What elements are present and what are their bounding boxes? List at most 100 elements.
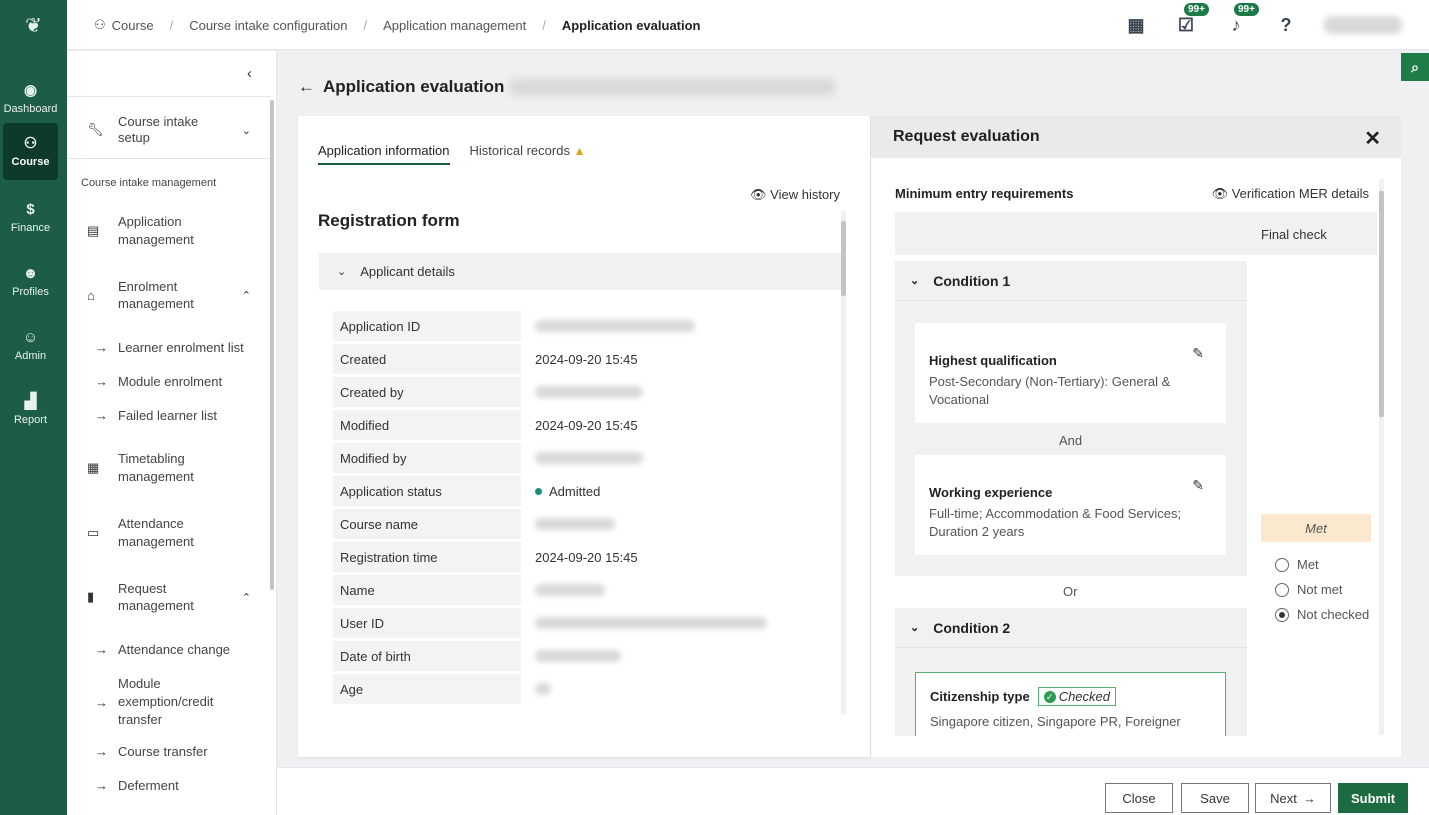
- tab-label: Historical records: [469, 143, 570, 158]
- nav-module-enrolment[interactable]: → Module enrolment: [95, 374, 222, 389]
- condition-1-header[interactable]: ⌄ Condition 1: [895, 261, 1247, 301]
- nav-application-management[interactable]: ▤ Application management: [87, 213, 257, 249]
- nav-module-exemption[interactable]: → Module exemption/credit transfer: [95, 675, 226, 729]
- panel-scrollbar[interactable]: [1379, 179, 1384, 735]
- nav-label: Application management: [118, 214, 194, 247]
- arrow-right-icon: →: [95, 694, 108, 710]
- user-menu[interactable]: [1324, 16, 1402, 34]
- next-button[interactable]: Next →: [1255, 783, 1331, 813]
- form-scrollbar[interactable]: [841, 211, 846, 715]
- next-label: Next: [1270, 790, 1297, 806]
- search-icon[interactable]: ⌕: [1401, 53, 1429, 81]
- page-title-text: Application evaluation: [323, 77, 505, 96]
- verification-mer-link[interactable]: 👁︎ Verification MER details: [1212, 186, 1369, 202]
- applicant-details-header[interactable]: ⌄ Applicant details: [319, 253, 841, 290]
- nav-learner-enrolment-list[interactable]: → Learner enrolment list: [95, 340, 244, 355]
- nav-enrolment-management[interactable]: ⌂ Enrolment management ⌃: [87, 278, 257, 312]
- redacted-value: [535, 617, 767, 629]
- scrollbar-thumb[interactable]: [1379, 191, 1384, 417]
- field-label: Course name: [333, 509, 521, 539]
- field-row: User ID: [333, 608, 833, 638]
- requirement-title: Working experience: [929, 485, 1053, 500]
- admin-icon: ☺: [22, 329, 39, 346]
- field-label: Age: [333, 674, 521, 704]
- radio-circle-selected: [1275, 607, 1289, 622]
- radio-circle: [1275, 557, 1289, 572]
- course-icon: ⚇: [23, 135, 38, 152]
- redacted-value: [535, 452, 643, 464]
- condition-2-header[interactable]: ⌄ Condition 2: [895, 608, 1247, 648]
- field-value: 2024-09-20 15:45: [535, 417, 638, 433]
- chevron-up-icon: ⌃: [241, 289, 251, 302]
- nav-sub-label: Course transfer: [118, 744, 208, 759]
- bell-icon[interactable]: ♪ 99+: [1224, 3, 1259, 37]
- close-button[interactable]: Close: [1105, 783, 1173, 813]
- back-arrow-icon[interactable]: ←: [298, 77, 315, 97]
- attendance-icon: ▭: [87, 525, 100, 540]
- tab-bar: Application information Historical recor…: [318, 143, 605, 165]
- nav-sub-label: Failed learner list: [118, 408, 217, 423]
- condition-title: Condition 1: [933, 272, 1011, 289]
- app-logo-icon[interactable]: ❦: [0, 0, 67, 50]
- list-icon: ▤: [87, 223, 100, 238]
- collapse-nav-icon[interactable]: ‹: [247, 65, 252, 82]
- field-value: [521, 650, 621, 662]
- view-history-link[interactable]: 👁︎ View history: [750, 187, 840, 203]
- top-bar: ⚇ Course / Course intake configuration /…: [67, 0, 1429, 50]
- nav-failed-learner-list[interactable]: → Failed learner list: [95, 408, 217, 423]
- field-row: Date of birth: [333, 641, 833, 671]
- nav-label: Request management: [118, 581, 194, 613]
- rail-course[interactable]: ⚇ Course: [3, 123, 58, 180]
- tasks-badge: 99+: [1184, 3, 1209, 16]
- field-row: Modified by: [333, 443, 833, 473]
- field-row: Application ID: [333, 311, 833, 341]
- nav-request-management[interactable]: ▮ Request management ⌃: [87, 580, 257, 614]
- breadcrumb-item[interactable]: Application management: [383, 18, 526, 33]
- scrollbar-thumb[interactable]: [841, 221, 846, 296]
- arrow-right-icon: →: [95, 744, 108, 759]
- nav-attendance-management[interactable]: ▭ Attendance management: [87, 515, 257, 551]
- nav-deferment[interactable]: → Deferment: [95, 778, 179, 793]
- edit-pencil-icon[interactable]: ✎: [1192, 345, 1204, 362]
- field-value: [521, 320, 695, 332]
- breadcrumb-item[interactable]: Course: [112, 18, 154, 33]
- radio-not-checked[interactable]: Not checked: [1275, 607, 1369, 622]
- rail-label: Report: [13, 414, 48, 426]
- condition-1: ⌄ Condition 1 Highest qualification Post-…: [895, 261, 1247, 576]
- arrow-right-icon: →: [1302, 790, 1316, 806]
- field-row: Registration time 2024-09-20 15:45: [333, 542, 833, 572]
- nav-label: Enrolment management: [118, 279, 194, 311]
- apps-grid-icon[interactable]: ▦: [1124, 13, 1148, 37]
- rail-report[interactable]: ▟ Report: [3, 381, 58, 438]
- field-value: 2024-09-20 15:45: [535, 549, 638, 565]
- tasks-icon[interactable]: ☑ 99+: [1174, 3, 1209, 37]
- rail-dashboard[interactable]: ◉ Dashboard: [3, 70, 58, 127]
- edit-pencil-icon[interactable]: ✎: [1192, 477, 1204, 494]
- nav-course-transfer[interactable]: → Course transfer: [95, 744, 208, 759]
- nav-timetabling-management[interactable]: ▦ Timetabling management: [87, 450, 257, 486]
- radio-met[interactable]: Met: [1275, 557, 1319, 572]
- nav-course-intake-setup[interactable]: 🔧︎ Course intake setup ⌄: [87, 113, 257, 147]
- chevron-down-icon: ⌄: [910, 622, 920, 634]
- breadcrumb-item[interactable]: Course intake configuration: [189, 18, 347, 33]
- rail-profiles[interactable]: ☻ Profiles: [3, 253, 58, 310]
- field-label: Name: [333, 575, 521, 605]
- field-label: Application status: [333, 476, 521, 506]
- close-icon[interactable]: ✕: [1364, 126, 1381, 151]
- tab-historical-records[interactable]: Historical records ▲: [470, 143, 586, 165]
- help-icon[interactable]: ?: [1274, 13, 1298, 37]
- submit-button[interactable]: Submit: [1338, 783, 1408, 813]
- save-button[interactable]: Save: [1181, 783, 1249, 813]
- final-status-badge: Met: [1261, 514, 1371, 542]
- nav-attendance-change[interactable]: → Attendance change: [95, 642, 230, 657]
- field-row: Course name: [333, 509, 833, 539]
- rail-finance[interactable]: $ Finance: [3, 189, 58, 246]
- rail-admin[interactable]: ☺ Admin: [3, 317, 58, 374]
- tab-application-information[interactable]: Application information: [318, 143, 450, 165]
- requirement-title: Citizenship type: [930, 689, 1030, 704]
- nav-sub-label: Module exemption/credit transfer: [118, 676, 214, 727]
- dollar-icon: $: [26, 201, 35, 218]
- radio-not-met[interactable]: Not met: [1275, 582, 1343, 597]
- sidenav-scrollbar[interactable]: [270, 100, 274, 590]
- request-evaluation-panel: Request evaluation ✕ Minimum entry requi…: [870, 116, 1401, 757]
